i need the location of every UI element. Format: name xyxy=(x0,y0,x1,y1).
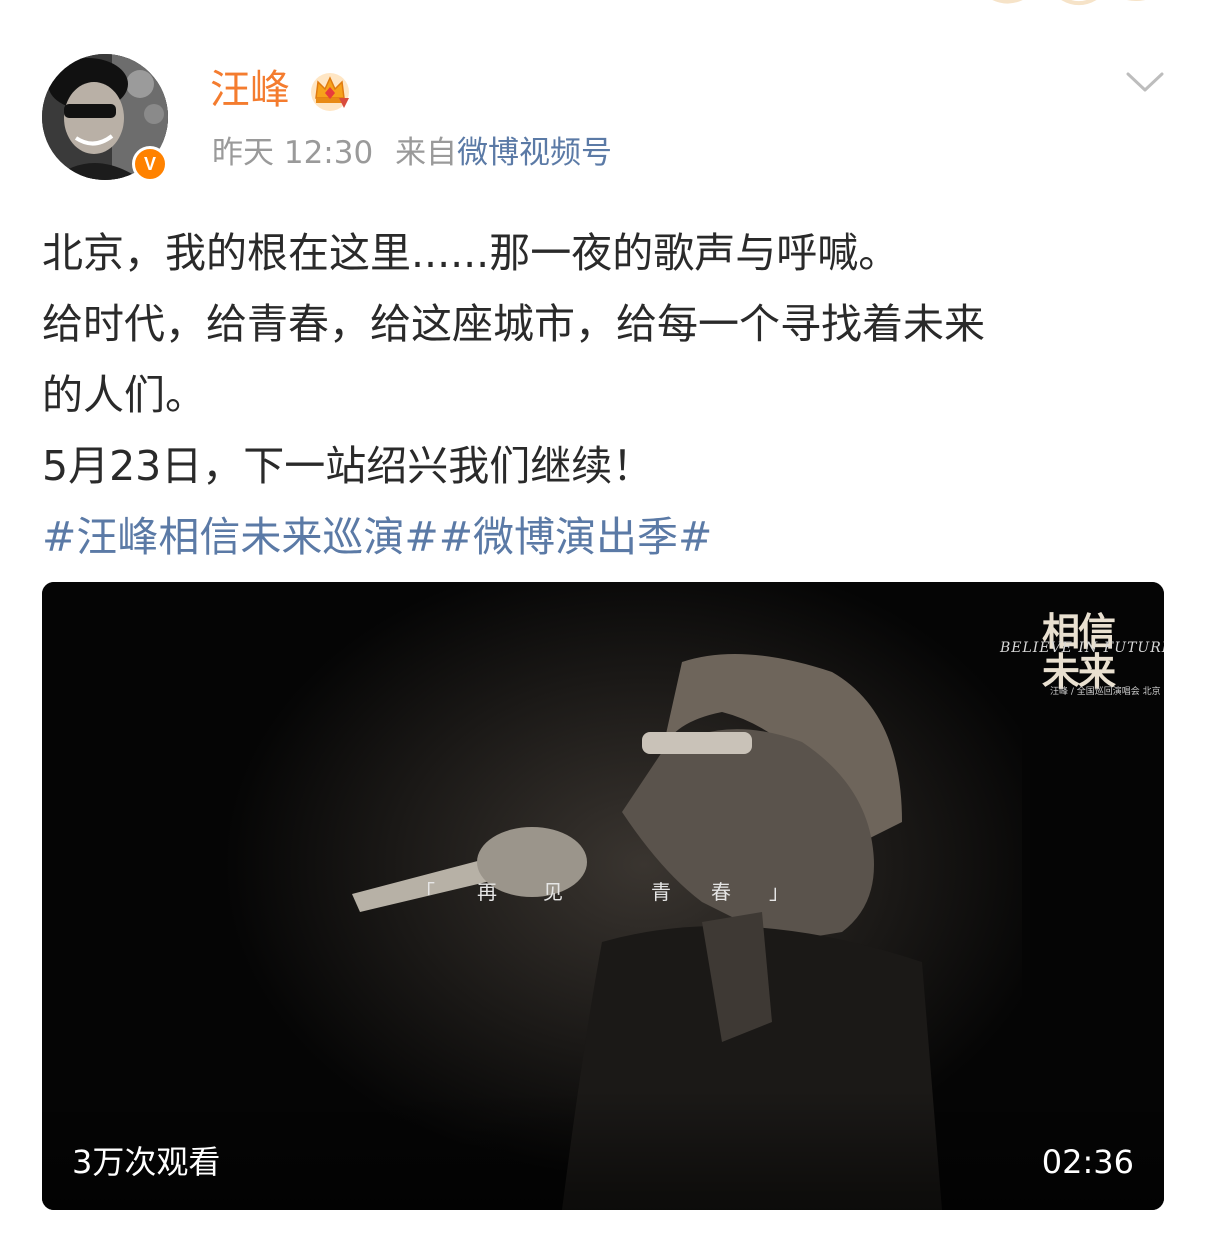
tour-logo-caption: 汪峰 / 全国巡回演唱会 北京 xyxy=(1050,687,1161,697)
subtitle-word: 再 xyxy=(477,880,499,904)
author-name[interactable]: 汪峰 xyxy=(210,66,290,114)
subtitle-word: 见 xyxy=(543,880,565,904)
verified-badge-icon: V xyxy=(132,146,168,182)
hashtag-links[interactable]: #汪峰相信未来巡演##微博演出季# xyxy=(42,502,1162,573)
video-player[interactable]: 「 再 见 青 春 」 相信未来 BELIEVE IN FUTURE 汪峰 / 全国巡回演… xyxy=(42,582,1164,1210)
decorative-sunburst xyxy=(992,0,1145,6)
post-meta: 昨天 12:30 来自微博视频号 xyxy=(212,134,612,172)
subtitle-bracket: 」 xyxy=(769,880,791,904)
subtitle-bracket: 「 xyxy=(415,880,437,904)
chevron-down-icon[interactable] xyxy=(1124,62,1166,102)
view-count: 3万次观看 xyxy=(72,1143,221,1181)
subtitle-word: 青 xyxy=(651,880,673,904)
source-prefix: 来自 xyxy=(395,135,458,171)
tour-logo: 相信未来 BELIEVE IN FUTURE 汪峰 / 全国巡回演唱会 北京 xyxy=(1000,612,1164,704)
post-line: 5月23日，下一站绍兴我们继续！ xyxy=(42,442,654,490)
video-duration: 02:36 xyxy=(1041,1143,1134,1181)
weibo-post: V 汪峰 昨天 12:30 来自微博视频号 北京，我的根在这里......那一夜… xyxy=(0,0,1206,1236)
video-subtitle: 「 再 见 青 春 」 xyxy=(42,876,1164,905)
post-line: 北京，我的根在这里......那一夜的歌声与呼喊。 xyxy=(42,229,900,277)
post-line: 的人们。 xyxy=(42,371,206,419)
source-link[interactable]: 微博视频号 xyxy=(457,135,612,171)
crown-icon[interactable] xyxy=(306,68,354,112)
post-time: 昨天 12:30 xyxy=(212,135,374,171)
post-text: 北京，我的根在这里......那一夜的歌声与呼喊。 给时代，给青春，给这座城市，… xyxy=(42,218,1162,573)
post-line: 给时代，给青春，给这座城市，给每一个寻找着未来 xyxy=(42,300,985,348)
subtitle-word: 春 xyxy=(711,880,733,904)
tour-logo-english: BELIEVE IN FUTURE xyxy=(1000,640,1164,656)
